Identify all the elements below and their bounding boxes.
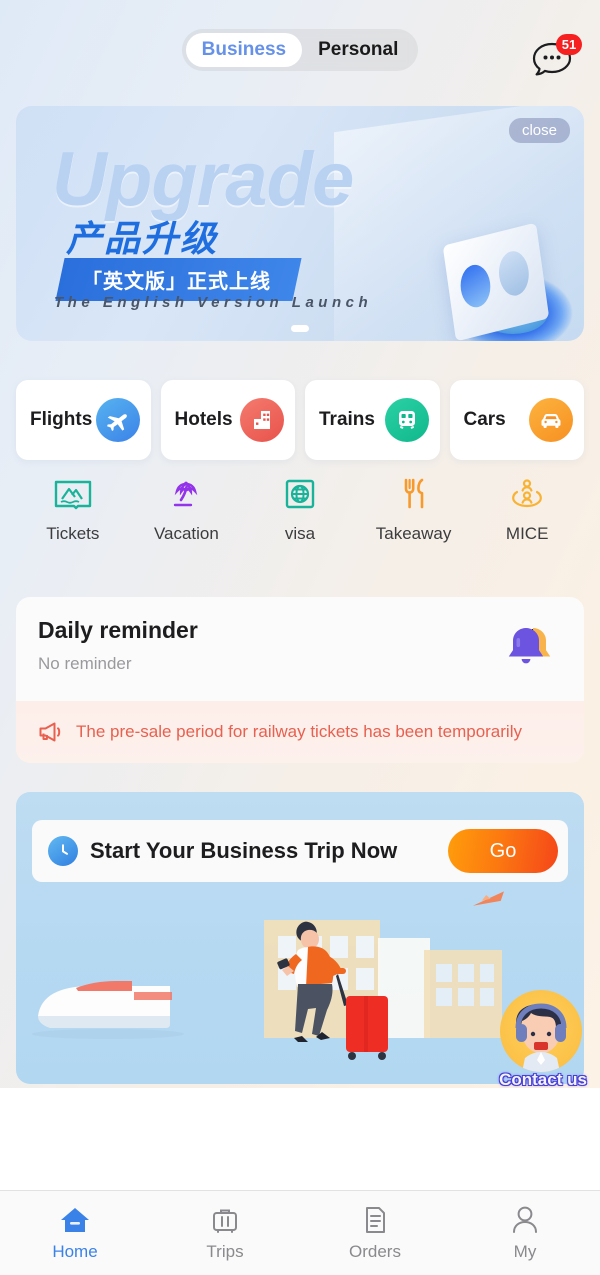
banner-pagination-dot[interactable]: [291, 325, 309, 332]
tab-label-orders: Orders: [349, 1242, 401, 1261]
quick-link-label-visa: visa: [284, 524, 316, 543]
service-card-cars[interactable]: Cars: [449, 380, 584, 460]
bell-icon: [502, 623, 558, 675]
scenic-ticket-icon: [54, 480, 91, 510]
service-card-hotels[interactable]: Hotels: [160, 380, 295, 460]
segment-personal[interactable]: Personal: [302, 33, 414, 67]
megaphone-icon: [39, 722, 61, 742]
quick-link-mice[interactable]: MICE: [470, 475, 584, 544]
globe-passport-icon: [285, 479, 315, 509]
start-trip-bar[interactable]: Start Your Business Trip Now Go: [32, 820, 568, 882]
tab-label-home: Home: [52, 1242, 98, 1261]
tab-home[interactable]: Home: [0, 1191, 150, 1275]
quick-link-tickets[interactable]: Tickets: [16, 475, 130, 544]
promo-banner[interactable]: Upgrade 产品升级 「英文版」正式上线 The English Versi…: [16, 106, 584, 341]
banner-subtitle: The English Version Launch: [54, 294, 373, 311]
banner-headline-en: Upgrade: [52, 137, 354, 222]
banner-close-button[interactable]: close: [508, 118, 570, 143]
contact-us-label: Contact us: [499, 1070, 587, 1089]
quick-link-label-mice: MICE: [505, 524, 549, 543]
service-card-trains[interactable]: Trains: [305, 380, 440, 460]
service-card-row: Flights Hotels Trains Cars: [16, 380, 584, 460]
banner-pagination[interactable]: [291, 325, 309, 332]
service-label-cars: Cars: [463, 409, 506, 430]
daily-reminder-subtitle: No reminder: [38, 654, 132, 673]
top-bar: Business Personal 51: [0, 0, 600, 100]
start-trip-text: Start Your Business Trip Now: [90, 838, 398, 863]
tab-my[interactable]: My: [450, 1191, 600, 1275]
bottom-tab-bar: Home Trips Orders My: [0, 1190, 600, 1275]
service-label-trains: Trains: [319, 409, 375, 430]
contact-us-button[interactable]: Contact us: [499, 990, 587, 1090]
segment-business[interactable]: Business: [185, 33, 303, 67]
quick-link-row: Tickets Vacation visa Takeaway MICE: [16, 475, 584, 544]
quick-link-vacation[interactable]: Vacation: [130, 475, 244, 544]
quick-link-takeaway[interactable]: Takeaway: [357, 475, 471, 544]
tab-orders[interactable]: Orders: [300, 1191, 450, 1275]
account-mode-switch[interactable]: Business Personal: [181, 29, 419, 71]
clock-icon: [48, 836, 78, 866]
daily-reminder-title: Daily reminder: [38, 617, 198, 643]
business-trip-promo: Start Your Business Trip Now Go: [16, 792, 584, 1084]
home-icon: [61, 1208, 89, 1232]
fork-knife-icon: [404, 478, 423, 509]
quick-link-label-takeaway: Takeaway: [375, 524, 452, 543]
chat-unread-badge: 51: [556, 34, 582, 55]
document-icon: [366, 1207, 385, 1233]
page-bottom-spacer: [0, 1088, 600, 1190]
chat-button[interactable]: 51: [532, 34, 582, 82]
daily-reminder-card[interactable]: Daily reminder No reminder: [16, 597, 584, 701]
tab-trips[interactable]: Trips: [150, 1191, 300, 1275]
hotel-building-icon: [240, 398, 284, 442]
go-button[interactable]: Go: [448, 829, 558, 873]
suitcase-icon: [213, 1209, 237, 1233]
airplane-icon: [95, 398, 140, 442]
service-card-flights[interactable]: Flights: [16, 380, 151, 460]
tab-label-trips: Trips: [206, 1242, 244, 1261]
train-icon: [384, 398, 429, 442]
customer-service-agent-icon: [500, 990, 582, 1072]
quick-link-label-tickets: Tickets: [46, 524, 100, 543]
banner-headline-cn: 产品升级: [66, 218, 219, 259]
service-label-flights: Flights: [30, 409, 93, 430]
person-icon: [513, 1206, 537, 1233]
announcement-text: The pre-sale period for railway tickets …: [76, 722, 522, 741]
service-label-hotels: Hotels: [174, 409, 233, 430]
quick-link-visa[interactable]: visa: [243, 475, 357, 544]
car-icon: [529, 398, 573, 442]
tab-label-my: My: [513, 1242, 537, 1261]
business-traveler-illustration: [32, 891, 504, 1060]
announcement-strip[interactable]: The pre-sale period for railway tickets …: [16, 701, 584, 763]
banner-ribbon-text: 「英文版」正式上线: [82, 271, 271, 293]
palm-tree-icon: [174, 481, 198, 507]
quick-link-label-visa-vacation: Vacation: [153, 524, 219, 543]
meeting-people-icon: [512, 479, 543, 508]
